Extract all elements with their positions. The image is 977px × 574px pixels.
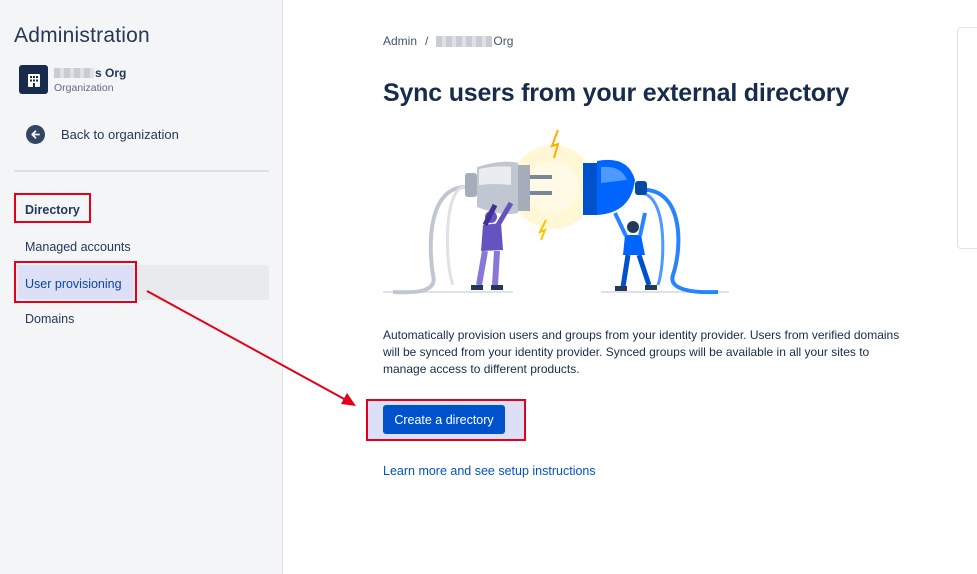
sidebar-title: Administration [14, 24, 150, 47]
breadcrumb-admin[interactable]: Admin [383, 34, 417, 48]
arrow-left-circle-icon [26, 125, 45, 144]
side-panel-edge [957, 27, 977, 249]
create-directory-button[interactable]: Create a directory [383, 405, 505, 434]
breadcrumb-org[interactable]: Org [493, 34, 513, 48]
breadcrumb-separator: / [425, 34, 429, 48]
nav-heading-directory: Directory [14, 193, 91, 223]
back-label: Back to organization [61, 127, 179, 142]
redacted-text [54, 67, 94, 78]
back-to-organization-link[interactable]: Back to organization [26, 125, 179, 144]
sidebar-item-user-provisioning[interactable]: User provisioning [14, 261, 137, 303]
sidebar-item-label: User provisioning [18, 265, 133, 299]
redacted-text [436, 35, 493, 47]
divider [14, 170, 269, 172]
plug-illustration [383, 129, 729, 295]
building-icon [19, 65, 48, 94]
page-title: Sync users from your external directory [383, 79, 849, 107]
sidebar-item-managed-accounts[interactable]: Managed accounts [25, 240, 131, 254]
description-text: Automatically provision users and groups… [383, 328, 900, 376]
sidebar: Administration s Org Organization Back t… [0, 0, 283, 574]
org-switcher[interactable]: s Org Organization [19, 65, 126, 94]
org-name: s Org [54, 66, 126, 80]
sidebar-item-domains[interactable]: Domains [25, 312, 74, 326]
learn-more-link[interactable]: Learn more and see setup instructions [383, 464, 596, 478]
org-type: Organization [54, 81, 114, 94]
breadcrumb: Admin / Org [383, 34, 513, 48]
org-name-suffix: s Org [95, 65, 127, 80]
